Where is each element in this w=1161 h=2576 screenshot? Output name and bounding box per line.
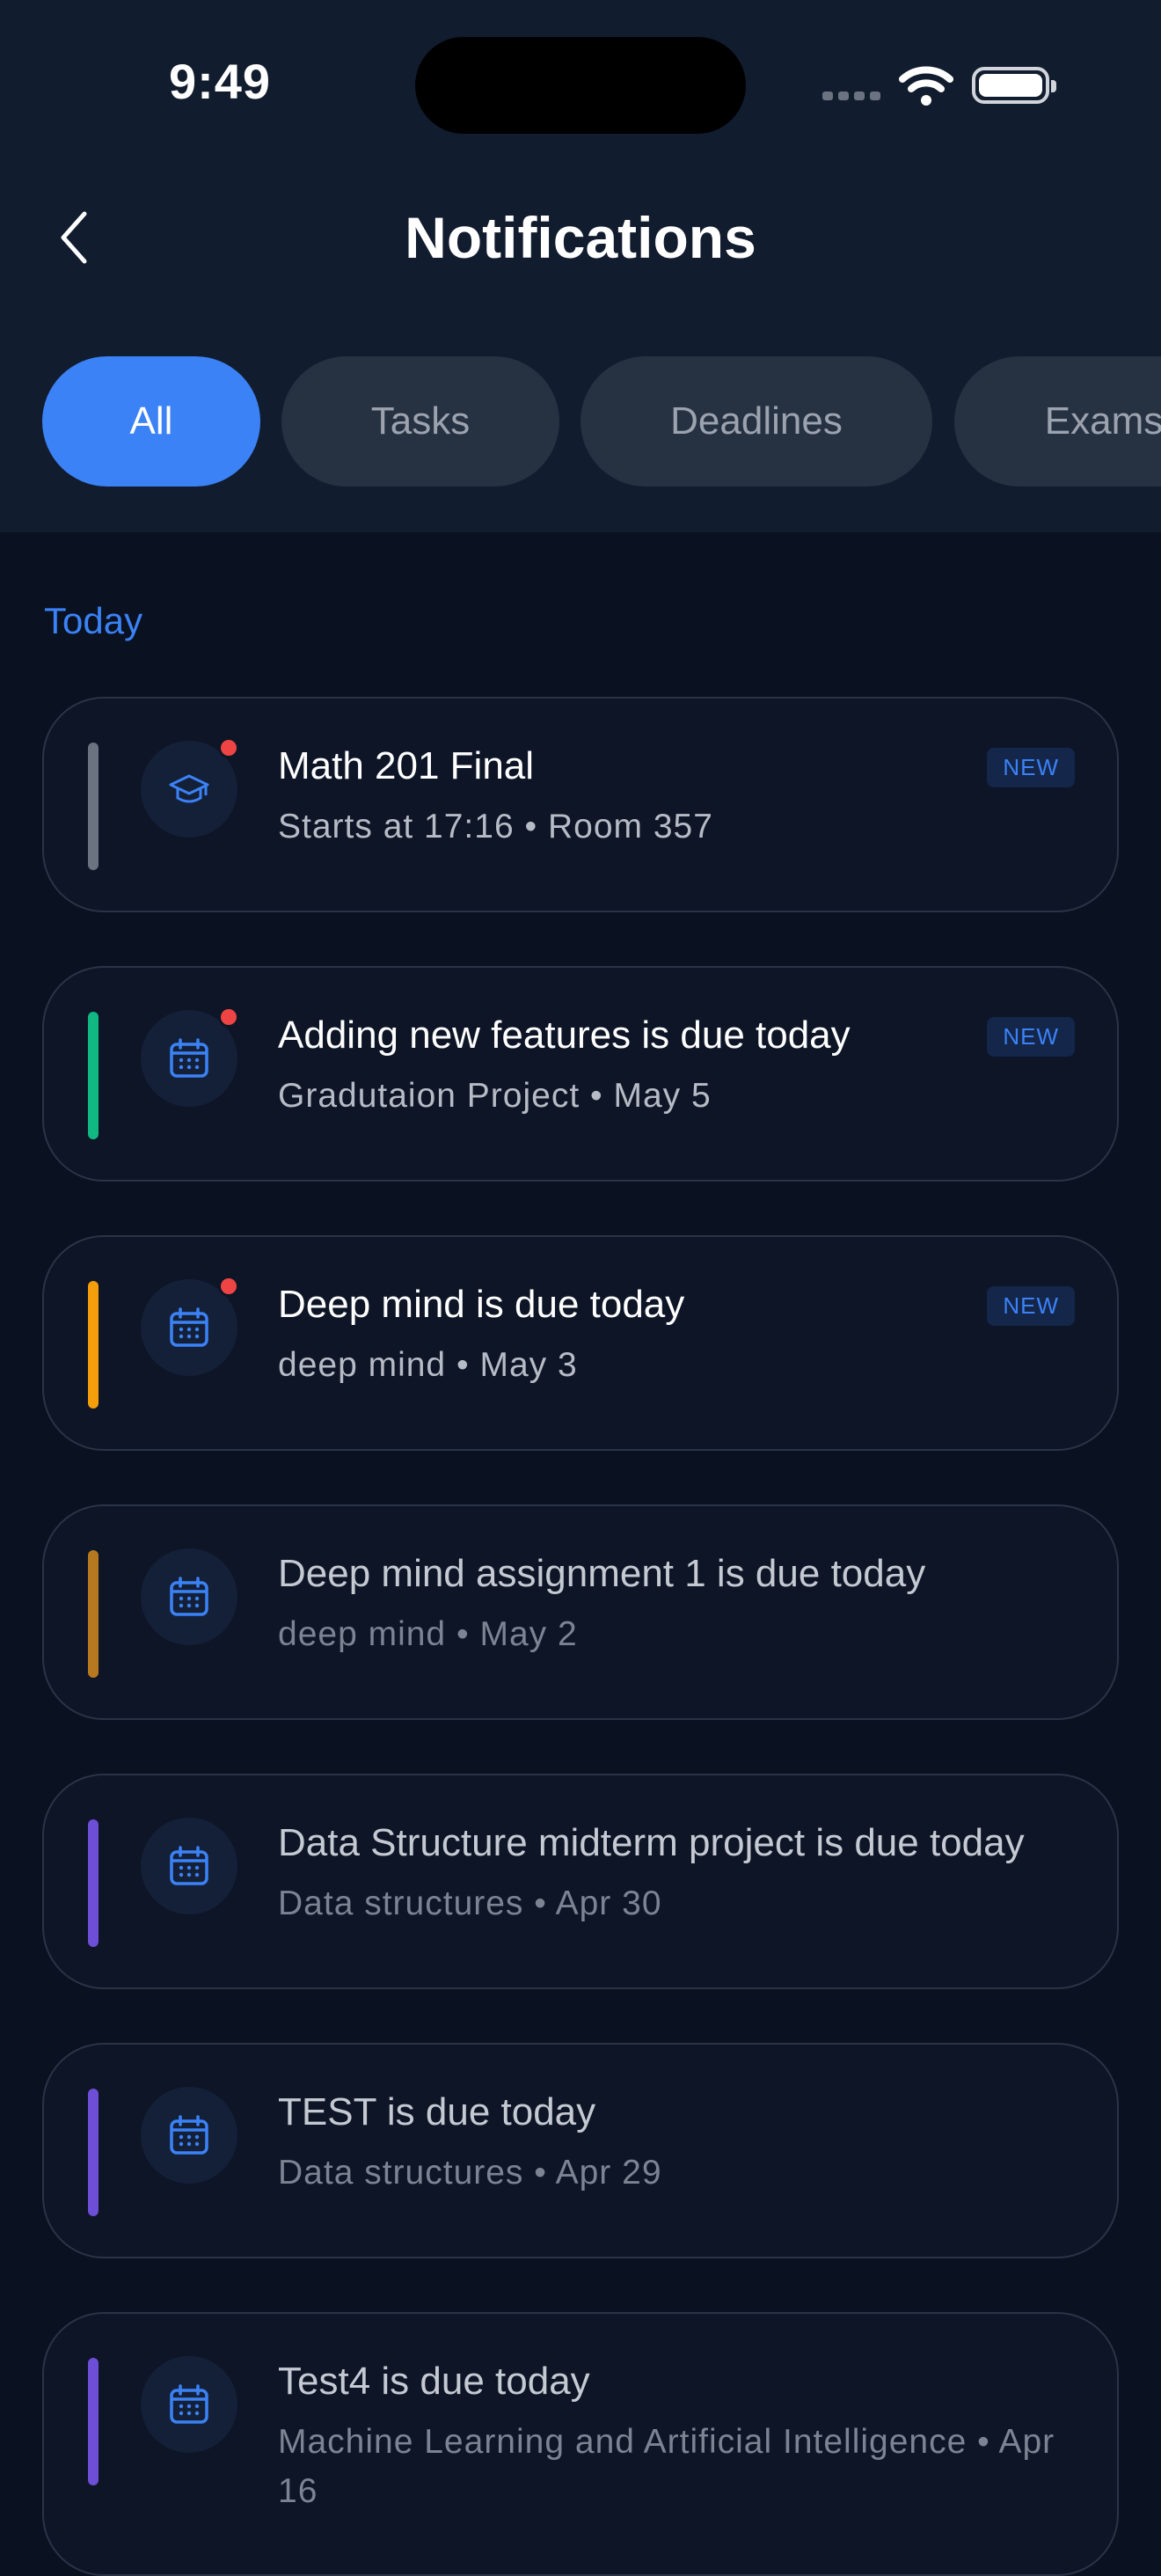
notification-subtitle: Data structures • Apr 30 — [278, 1884, 662, 1922]
accent-bar — [88, 1819, 99, 1947]
notification-subtitle: deep mind • May 3 — [278, 1346, 578, 1384]
notification-title: Math 201 Final — [278, 744, 535, 787]
notification-subtitle: Gradutaion Project • May 5 — [278, 1077, 712, 1115]
accent-bar — [88, 1281, 99, 1409]
wifi-icon — [899, 66, 953, 106]
calendar-icon — [141, 2356, 237, 2453]
accent-bar — [88, 1012, 99, 1139]
notification-title: TEST is due today — [278, 2090, 596, 2133]
dynamic-island — [415, 37, 746, 134]
new-badge: NEW — [987, 1286, 1075, 1326]
new-badge: NEW — [987, 748, 1075, 787]
status-time: 9:49 — [168, 54, 272, 109]
notification-card[interactable]: Data Structure midterm project is due to… — [42, 1774, 1119, 1989]
filter-tabs: All Tasks Deadlines Exams — [0, 356, 1161, 488]
notification-card[interactable]: Adding new features is due today Gradutai… — [42, 966, 1119, 1182]
new-badge: NEW — [987, 1017, 1075, 1057]
tab-deadlines[interactable]: Deadlines — [580, 356, 932, 487]
accent-bar — [88, 1550, 99, 1678]
notification-subtitle: Data structures • Apr 29 — [278, 2154, 662, 2192]
notification-title: Test4 is due today — [278, 2360, 590, 2403]
accent-bar — [88, 2089, 99, 2216]
notification-subtitle: Starts at 17:16 • Room 357 — [278, 808, 713, 845]
tab-exams[interactable]: Exams — [954, 356, 1161, 487]
notification-title: Data Structure midterm project is due to… — [278, 1821, 1025, 1864]
notification-subtitle: Machine Learning and Artificial Intellig… — [278, 2423, 1055, 2510]
page-title: Notifications — [405, 205, 756, 270]
notification-subtitle: deep mind • May 2 — [278, 1615, 578, 1653]
calendar-icon — [141, 1006, 239, 1107]
battery-icon — [972, 67, 1056, 104]
section-label-today: Today — [44, 600, 143, 641]
tab-all[interactable]: All — [42, 356, 260, 487]
calendar-icon — [141, 2087, 237, 2184]
cellular-signal-icon — [822, 91, 884, 106]
notification-card[interactable]: Deep mind assignment 1 is due today deep … — [42, 1504, 1119, 1720]
header: 9:49 Notifications All Tasks Deadlines E… — [0, 0, 1161, 532]
unread-dot — [218, 737, 239, 758]
calendar-icon — [141, 1818, 237, 1914]
notification-title: Adding new features is due today — [278, 1014, 851, 1057]
notification-card[interactable]: Math 201 Final Starts at 17:16 • Room 357… — [42, 697, 1119, 912]
tab-tasks[interactable]: Tasks — [281, 356, 559, 487]
notification-title: Deep mind assignment 1 is due today — [278, 1552, 926, 1595]
accent-bar — [88, 743, 99, 870]
unread-dot — [218, 1006, 239, 1028]
notification-card[interactable]: Test4 is due today Machine Learning and A… — [42, 2312, 1119, 2576]
accent-bar — [88, 2358, 99, 2485]
notification-title: Deep mind is due today — [278, 1283, 685, 1326]
calendar-icon — [141, 1548, 237, 1645]
calendar-icon — [141, 1276, 239, 1376]
graduation-cap-icon — [141, 737, 239, 838]
unread-dot — [218, 1276, 239, 1297]
notification-card[interactable]: Deep mind is due today deep mind • May 3 N… — [42, 1235, 1119, 1451]
notification-card[interactable]: TEST is due today Data structures • Apr 2… — [42, 2043, 1119, 2258]
